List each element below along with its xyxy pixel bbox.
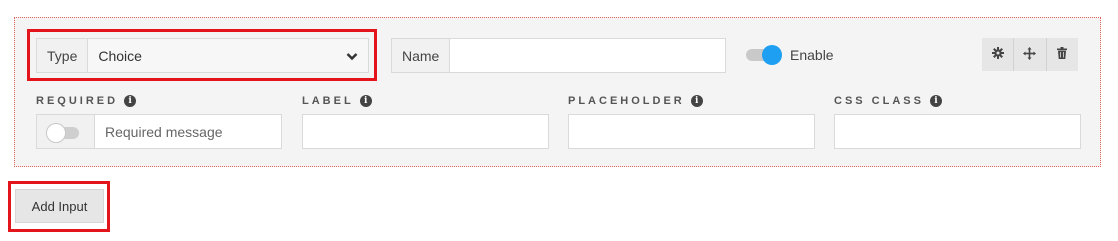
info-icon[interactable]: i xyxy=(359,95,372,107)
trash-icon xyxy=(1057,47,1068,62)
enable-toggle[interactable] xyxy=(744,45,784,65)
enable-label: Enable xyxy=(790,47,834,63)
type-select-highlight xyxy=(27,29,377,81)
name-input[interactable] xyxy=(450,39,725,72)
add-input-highlight xyxy=(8,181,110,232)
info-icon[interactable]: i xyxy=(124,95,137,107)
required-toggle[interactable] xyxy=(37,115,95,148)
name-input-group[interactable]: Name xyxy=(391,38,726,73)
gear-icon xyxy=(991,47,1004,62)
move-button[interactable] xyxy=(1014,38,1047,71)
required-label: REQUIRED i xyxy=(36,95,137,107)
required-group: Required message xyxy=(36,114,282,149)
settings-button[interactable] xyxy=(982,38,1015,71)
required-toggle-knob xyxy=(46,123,66,143)
enable-toggle-knob xyxy=(762,45,782,65)
input-toolbar xyxy=(982,38,1078,71)
delete-button[interactable] xyxy=(1046,38,1078,71)
label-input[interactable] xyxy=(302,114,549,149)
placeholder-label: PLACEHOLDER i xyxy=(568,95,703,107)
css-class-label: CSS CLASS i xyxy=(834,95,942,107)
css-class-input[interactable] xyxy=(834,114,1081,149)
required-message-input[interactable]: Required message xyxy=(95,115,281,148)
info-icon[interactable]: i xyxy=(690,95,703,107)
move-icon xyxy=(1023,46,1037,63)
info-icon[interactable]: i xyxy=(929,95,942,107)
name-label: Name xyxy=(392,39,451,72)
placeholder-input[interactable] xyxy=(568,114,815,149)
label-label: LABEL i xyxy=(302,95,372,107)
